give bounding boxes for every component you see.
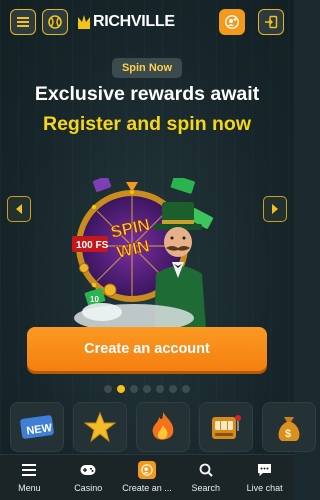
chevron-left-icon bbox=[16, 204, 22, 214]
slot-machine-icon bbox=[212, 415, 241, 439]
carousel-dot[interactable] bbox=[182, 385, 190, 393]
free-spins-text: 100 FS bbox=[76, 240, 109, 251]
carousel-dot[interactable] bbox=[130, 385, 138, 393]
nav-menu[interactable]: Menu bbox=[0, 455, 59, 500]
nav-live-chat[interactable]: Live chat bbox=[235, 455, 294, 500]
search-icon bbox=[197, 461, 215, 479]
category-row: NEW $ bbox=[10, 402, 316, 452]
nav-casino-label: Casino bbox=[74, 483, 103, 493]
bill-text: 10 bbox=[90, 295, 99, 304]
category-hot[interactable] bbox=[136, 402, 190, 452]
crown-logo-icon bbox=[78, 15, 90, 29]
category-jackpot[interactable]: $ bbox=[262, 402, 316, 452]
sports-button[interactable] bbox=[42, 9, 68, 35]
chevron-right-icon bbox=[272, 204, 278, 214]
create-account-button[interactable]: Create an account bbox=[27, 327, 267, 371]
spin-now-badge: Spin Now bbox=[112, 58, 182, 78]
nav-create-account-label: Create an ... bbox=[122, 483, 172, 493]
carousel-dot[interactable] bbox=[169, 385, 177, 393]
bottom-navigation: Menu Casino Create an ... Search Live ch… bbox=[0, 454, 294, 500]
man-face bbox=[164, 227, 192, 257]
top-header: RICHVILLE bbox=[0, 0, 294, 44]
category-top[interactable] bbox=[73, 402, 127, 452]
svg-text:$: $ bbox=[285, 428, 291, 440]
carousel-dot[interactable] bbox=[156, 385, 164, 393]
menu-icon bbox=[20, 461, 38, 479]
dollar-bill bbox=[92, 178, 112, 192]
fire-icon bbox=[152, 412, 174, 440]
add-user-icon bbox=[137, 461, 156, 479]
star-icon bbox=[84, 411, 116, 443]
nav-casino[interactable]: Casino bbox=[59, 455, 118, 500]
brand-logo[interactable]: RICHVILLE bbox=[76, 13, 175, 31]
money-bag-icon: $ bbox=[278, 417, 300, 441]
hamburger-icon bbox=[17, 17, 29, 27]
spin-wheel-illustration: SPIN WIN 100 FS 10 bbox=[72, 178, 214, 330]
carousel-next-button[interactable] bbox=[263, 196, 287, 222]
logo-text: RICHVILLE bbox=[93, 13, 175, 30]
category-slots[interactable] bbox=[199, 402, 253, 452]
promo-headline: Exclusive rewards await bbox=[34, 83, 260, 105]
nav-search-label: Search bbox=[191, 483, 221, 493]
nav-create-account[interactable]: Create an ... bbox=[118, 455, 177, 500]
register-button[interactable] bbox=[219, 9, 245, 35]
nav-live-chat-label: Live chat bbox=[246, 483, 283, 493]
carousel-dot[interactable] bbox=[143, 385, 151, 393]
chat-icon bbox=[256, 461, 274, 479]
gamepad-icon bbox=[79, 461, 97, 479]
login-button[interactable] bbox=[258, 9, 284, 35]
menu-button[interactable] bbox=[10, 9, 36, 35]
login-icon bbox=[265, 15, 278, 29]
carousel-dot-active[interactable] bbox=[117, 385, 125, 393]
add-user-icon bbox=[225, 15, 239, 29]
new-badge-icon: NEW bbox=[20, 415, 54, 439]
nav-menu-label: Menu bbox=[18, 483, 41, 493]
carousel-dot[interactable] bbox=[104, 385, 112, 393]
promo-subheadline: Register and spin now bbox=[42, 113, 252, 135]
category-new[interactable]: NEW bbox=[10, 402, 64, 452]
nav-search[interactable]: Search bbox=[176, 455, 235, 500]
tennis-ball-icon bbox=[48, 15, 62, 29]
carousel-prev-button[interactable] bbox=[7, 196, 31, 222]
carousel-pagination bbox=[0, 385, 294, 393]
